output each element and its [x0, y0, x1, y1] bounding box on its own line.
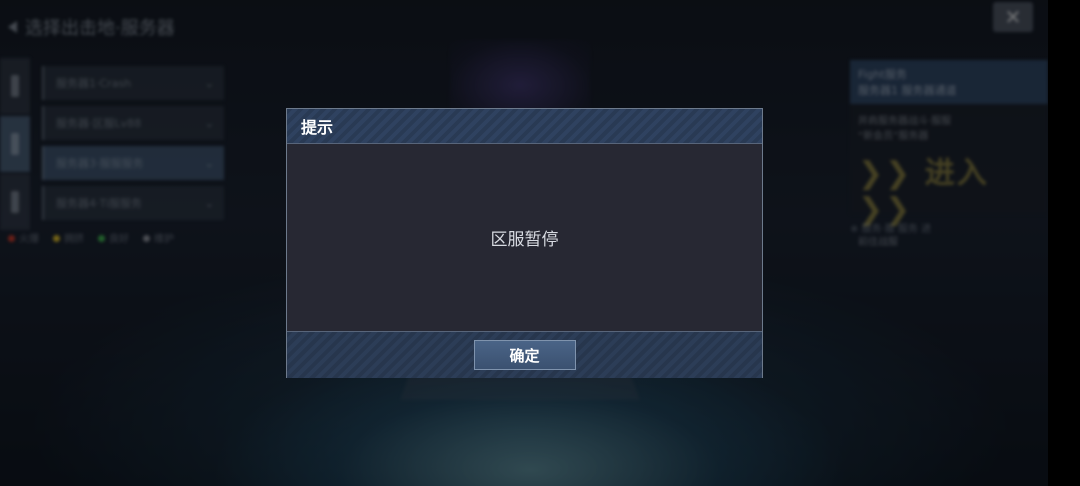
dialog-title: 提示: [301, 118, 334, 137]
confirm-button[interactable]: 确定: [473, 340, 576, 370]
dialog-header: 提示: [287, 109, 762, 144]
game-background: 选择出击地·服务器 ✕ 服务器1·Crash ⌄ 服务器·区服Lv88 ⌄ 服务…: [0, 0, 1048, 486]
notice-dialog: 提示 区服暂停 确定: [286, 108, 763, 378]
dialog-body: 区服暂停: [287, 144, 762, 331]
dialog-message: 区服暂停: [490, 230, 559, 250]
right-black-bar: [1048, 0, 1080, 486]
dialog-footer: 确定: [287, 331, 762, 378]
